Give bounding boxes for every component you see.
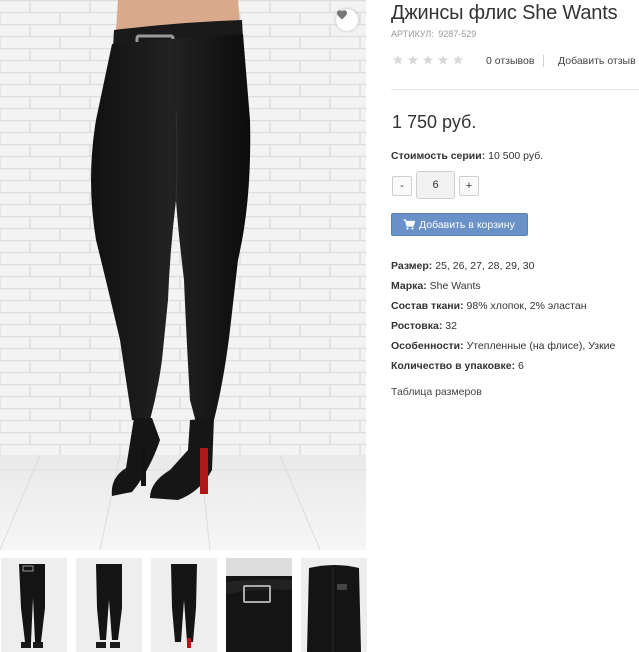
spec-value: 32 [445,320,457,332]
cart-icon [403,219,415,230]
spec-row-brand: Марка: She Wants [391,279,639,299]
spec-label: Марка: [391,280,427,292]
spec-row-size: Размер: 25, 26, 27, 28, 29, 30 [391,259,639,279]
star-icon [423,55,433,65]
spec-value: 6 [518,360,524,372]
series-price: Стоимость серии: 10 500 руб. [391,150,543,162]
spec-label: Ростовка: [391,320,443,332]
spec-row-height: Ростовка: 32 [391,319,639,339]
star-icon [438,55,448,65]
product-price: 1 750 руб. [392,112,477,132]
add-to-cart-label: Добавить в корзину [419,218,515,231]
series-price-value: 10 500 руб. [488,150,544,162]
product-title: Джинсы флис She Wants [391,2,618,24]
star-rating[interactable] [392,54,464,66]
product-main-image[interactable] [0,0,366,550]
spec-value: 25, 26, 27, 28, 29, 30 [435,260,535,272]
spec-label: Состав ткани: [391,300,464,312]
quantity-input[interactable] [416,171,455,199]
spec-row-features: Особенности: Утепленные (на флисе), Узки… [391,339,639,359]
add-to-cart-button[interactable]: Добавить в корзину [391,213,528,236]
spec-label: Размер: [391,260,433,272]
quantity-decrease-button[interactable]: - [392,176,412,196]
thumbnail-2[interactable] [76,558,142,652]
add-review-link[interactable]: Добавить отзыв [558,55,636,67]
thumbnail-4[interactable] [226,558,292,652]
sku-label: АРТИКУЛ: [391,29,434,39]
thumbnail-3[interactable] [151,558,217,652]
product-specs: Размер: 25, 26, 27, 28, 29, 30 Марка: Sh… [391,259,639,379]
size-table-link[interactable]: Таблица размеров [391,386,482,398]
spec-row-fabric: Состав ткани: 98% хлопок, 2% эластан [391,299,639,319]
spec-value: 98% хлопок, 2% эластан [466,300,587,312]
quantity-increase-button[interactable]: + [459,176,479,196]
divider [543,55,544,67]
thumbnail-5[interactable] [301,558,367,652]
thumbnail-1[interactable] [1,558,67,652]
reviews-link[interactable]: 0 отзывов [486,55,534,67]
spec-row-pack-quantity: Количество в упаковке: 6 [391,359,639,379]
star-icon [408,55,418,65]
spec-label: Особенности: [391,340,464,352]
star-icon [453,55,463,65]
sku-value: 9287-529 [438,29,477,39]
divider [391,89,639,90]
rating-row: 0 отзывов Добавить отзыв [391,54,639,70]
favorite-button[interactable] [336,9,358,31]
series-price-label: Стоимость серии: [391,150,486,162]
spec-value: Утепленные (на флисе), Узкие [466,340,616,352]
heart-icon [337,10,347,20]
spec-value: She Wants [429,280,481,292]
product-sku: АРТИКУЛ: 9287-529 [391,29,478,39]
thumbnail-gallery [1,558,371,652]
spec-label: Количество в упаковке: [391,360,516,372]
star-icon [393,55,403,65]
